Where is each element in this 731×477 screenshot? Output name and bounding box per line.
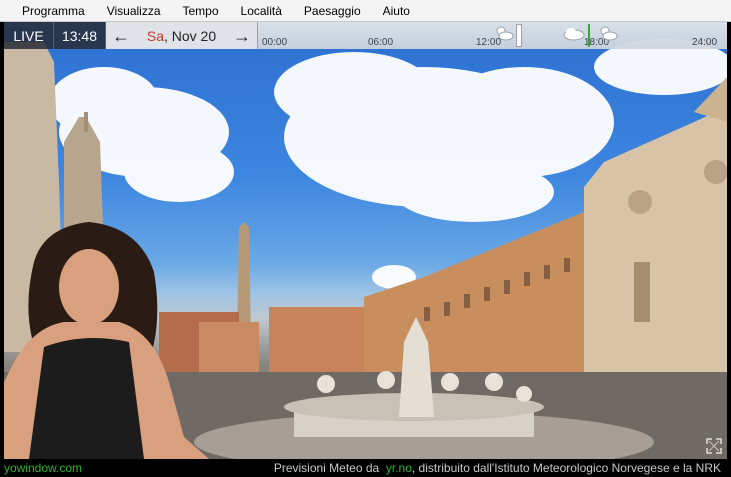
- menu-paesaggio[interactable]: Paesaggio: [304, 4, 361, 18]
- date-month-day: , Nov 20: [163, 27, 217, 44]
- live-button[interactable]: LIVE: [4, 22, 54, 49]
- menu-visualizza[interactable]: Visualizza: [107, 4, 161, 18]
- top-control-bar: LIVE 13:48 ← Sa, Nov 20 → 00:00 06:00 12…: [4, 22, 727, 49]
- weather-scene[interactable]: [4, 22, 727, 459]
- brand-link[interactable]: yowindow.com: [4, 461, 82, 475]
- credit-suffix: , distribuito dall'Istituto Meteorologic…: [411, 461, 721, 475]
- date-weekday: Sa: [146, 27, 164, 44]
- menu-bar: Programma Visualizza Tempo Località Paes…: [0, 0, 731, 22]
- menu-tempo[interactable]: Tempo: [183, 4, 219, 18]
- menu-aiuto[interactable]: Aiuto: [383, 4, 410, 18]
- date-label: Sa, Nov 20: [147, 28, 216, 44]
- fullscreen-icon[interactable]: [706, 438, 722, 454]
- menu-localita[interactable]: Località: [241, 4, 282, 18]
- sun-cloud-icon: [600, 26, 618, 41]
- current-time: 13:48: [54, 22, 106, 49]
- timeline-tick: 00:00: [262, 37, 288, 48]
- status-bar: yowindow.com Previsioni Meteo da yr.no, …: [0, 459, 731, 477]
- next-day-arrow-icon[interactable]: →: [233, 27, 251, 45]
- timeline-cursor[interactable]: [588, 24, 590, 47]
- prev-day-arrow-icon[interactable]: ←: [112, 27, 130, 45]
- timeline-tick: 24:00: [692, 37, 718, 48]
- yr-link[interactable]: yr.no: [386, 461, 412, 475]
- weather-credit: Previsioni Meteo da yr.no, distribuito d…: [274, 461, 721, 475]
- cloud-icon: [563, 28, 585, 41]
- menu-programma[interactable]: Programma: [22, 4, 85, 18]
- timeline-bar[interactable]: 00:00 06:00 12:00 18:00 24:00: [258, 22, 727, 49]
- date-navigator: ← Sa, Nov 20 →: [106, 22, 258, 49]
- credit-prefix: Previsioni Meteo da: [273, 461, 380, 475]
- timeline-now-handle[interactable]: [516, 24, 522, 47]
- timeline-tick: 06:00: [368, 37, 394, 48]
- sun-cloud-icon: [496, 26, 514, 41]
- piazza-landscape: [4, 39, 727, 459]
